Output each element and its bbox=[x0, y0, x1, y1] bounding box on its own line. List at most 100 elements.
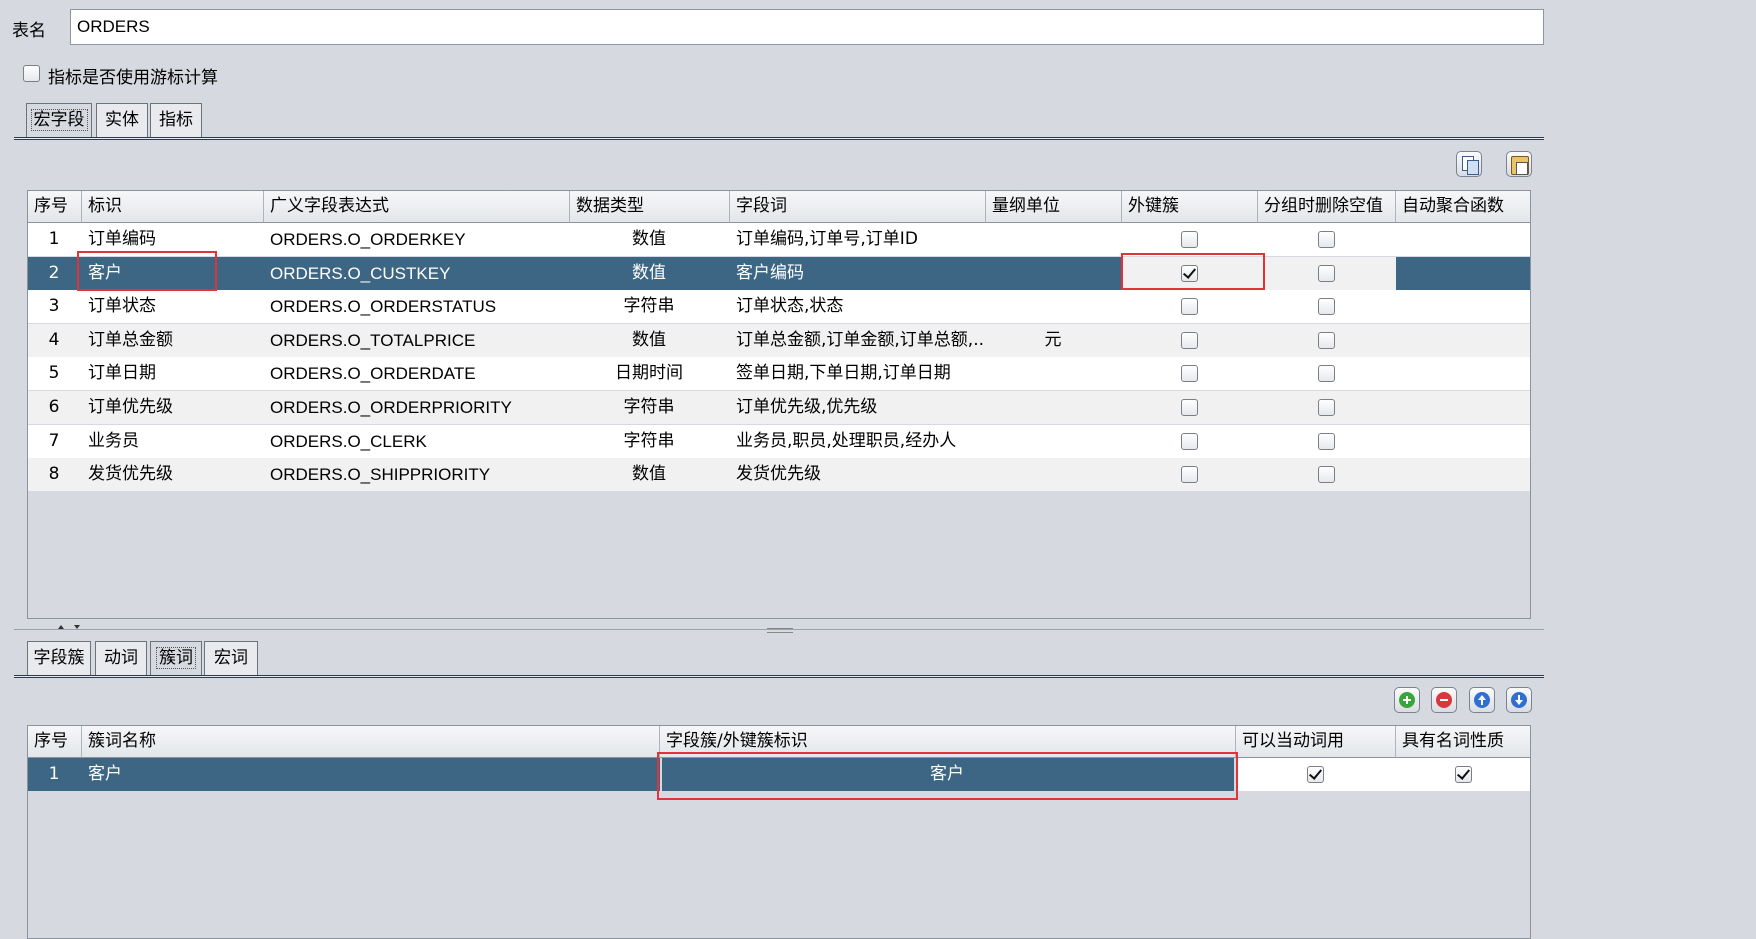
cell-field-words[interactable]: 订单总金额,订单金额,订单总额,... bbox=[730, 323, 986, 357]
col-header-field-words[interactable]: 字段词 bbox=[730, 191, 986, 223]
remove-icon[interactable] bbox=[1431, 687, 1457, 713]
table-row[interactable]: 6 订单优先级 ORDERS.O_ORDERPRIORITY 字符串 订单优先级,优先级 bbox=[28, 391, 1530, 424]
cell-unit[interactable] bbox=[986, 256, 1122, 290]
table-row[interactable]: 2 客户 ORDERS.O_CUSTKEY 数值 客户编码 bbox=[28, 256, 1530, 290]
table-row[interactable]: 7 业务员 ORDERS.O_CLERK 字符串 业务员,职员,处理职员,经办人 bbox=[28, 424, 1530, 458]
tab-indicator[interactable]: 指标 bbox=[150, 103, 202, 138]
cell-expression[interactable]: ORDERS.O_ORDERSTATUS bbox=[264, 290, 570, 324]
foreign-key-checkbox[interactable] bbox=[1181, 432, 1198, 450]
foreign-key-checkbox[interactable] bbox=[1181, 365, 1198, 383]
cell-data-type[interactable]: 日期时间 bbox=[570, 357, 730, 391]
noun-checkbox[interactable] bbox=[1455, 766, 1472, 783]
foreign-key-checkbox[interactable] bbox=[1181, 331, 1198, 349]
cell-no[interactable]: 6 bbox=[28, 391, 82, 424]
cell-data-type[interactable]: 数值 bbox=[570, 458, 730, 492]
col-header-foreign-key[interactable]: 外键簇 bbox=[1122, 191, 1258, 223]
table-name-input[interactable]: ORDERS bbox=[70, 9, 1544, 45]
cell-auto-agg[interactable] bbox=[1396, 323, 1530, 357]
cell-auto-agg[interactable] bbox=[1396, 290, 1530, 324]
cell-id[interactable]: 订单优先级 bbox=[82, 391, 264, 424]
cell-unit[interactable] bbox=[986, 357, 1122, 391]
cell-no[interactable]: 7 bbox=[28, 424, 82, 458]
cell-expression[interactable]: ORDERS.O_CUSTKEY bbox=[264, 256, 570, 290]
cell-data-type[interactable]: 数值 bbox=[570, 223, 730, 256]
table-row[interactable]: 3 订单状态 ORDERS.O_ORDERSTATUS 字符串 订单状态,状态 bbox=[28, 290, 1530, 324]
cell-field-words[interactable]: 签单日期,下单日期,订单日期 bbox=[730, 357, 986, 391]
cell-field-words[interactable]: 订单状态,状态 bbox=[730, 290, 986, 324]
col-header-delete-null[interactable]: 分组时删除空值 bbox=[1258, 191, 1396, 223]
expand-down-icon[interactable] bbox=[74, 625, 80, 629]
as-verb-checkbox[interactable] bbox=[1307, 766, 1324, 783]
foreign-key-checkbox[interactable] bbox=[1181, 298, 1198, 316]
cell-auto-agg[interactable] bbox=[1396, 424, 1530, 458]
cell-field-words[interactable]: 订单优先级,优先级 bbox=[730, 391, 986, 424]
cell-field-words[interactable]: 客户编码 bbox=[730, 256, 986, 290]
delete-null-checkbox[interactable] bbox=[1318, 432, 1335, 450]
delete-null-checkbox[interactable] bbox=[1318, 298, 1335, 316]
move-up-icon[interactable] bbox=[1469, 687, 1495, 713]
delete-null-checkbox[interactable] bbox=[1318, 365, 1335, 383]
cell-expression[interactable]: ORDERS.O_TOTALPRICE bbox=[264, 323, 570, 357]
cell-no[interactable]: 2 bbox=[28, 256, 82, 290]
cell-unit[interactable] bbox=[986, 223, 1122, 256]
cursor-calc-checkbox[interactable] bbox=[23, 65, 40, 82]
cell-auto-agg[interactable] bbox=[1396, 223, 1530, 256]
copy-icon[interactable] bbox=[1456, 151, 1482, 177]
col-header-as-verb[interactable]: 可以当动词用 bbox=[1236, 726, 1396, 758]
col-header-auto-agg[interactable]: 自动聚合函数 bbox=[1396, 191, 1530, 223]
paste-icon[interactable] bbox=[1506, 151, 1532, 177]
foreign-key-checkbox[interactable] bbox=[1181, 399, 1198, 416]
col-header-id[interactable]: 标识 bbox=[82, 191, 264, 223]
cell-id[interactable]: 订单状态 bbox=[82, 290, 264, 324]
col-header-cluster-name[interactable]: 簇词名称 bbox=[82, 726, 660, 758]
cell-no[interactable]: 4 bbox=[28, 323, 82, 357]
col-header-no[interactable]: 序号 bbox=[28, 726, 82, 758]
cell-data-type[interactable]: 数值 bbox=[570, 323, 730, 357]
col-header-noun[interactable]: 具有名词性质 bbox=[1396, 726, 1530, 758]
table-row[interactable]: 5 订单日期 ORDERS.O_ORDERDATE 日期时间 签单日期,下单日期,订单日… bbox=[28, 357, 1530, 391]
cell-unit[interactable]: 元 bbox=[986, 323, 1122, 357]
add-icon[interactable] bbox=[1394, 687, 1420, 713]
foreign-key-checkbox[interactable] bbox=[1181, 466, 1198, 484]
tab-verb[interactable]: 动词 bbox=[95, 641, 147, 676]
cell-unit[interactable] bbox=[986, 391, 1122, 424]
delete-null-checkbox[interactable] bbox=[1318, 231, 1335, 248]
tab-macro-word[interactable]: 宏词 bbox=[204, 641, 258, 676]
cell-unit[interactable] bbox=[986, 424, 1122, 458]
cell-unit[interactable] bbox=[986, 290, 1122, 324]
table-row[interactable]: 1 订单编码 ORDERS.O_ORDERKEY 数值 订单编码,订单号,订单ID bbox=[28, 223, 1530, 256]
cell-unit[interactable] bbox=[986, 458, 1122, 492]
delete-null-checkbox[interactable] bbox=[1318, 399, 1335, 416]
delete-null-checkbox[interactable] bbox=[1318, 264, 1335, 282]
tab-cluster-word[interactable]: 簇词 bbox=[150, 641, 202, 677]
cell-auto-agg[interactable] bbox=[1396, 458, 1530, 492]
splitter[interactable] bbox=[0, 624, 1756, 634]
cell-no[interactable]: 1 bbox=[28, 758, 82, 791]
move-down-icon[interactable] bbox=[1506, 687, 1532, 713]
cell-expression[interactable]: ORDERS.O_CLERK bbox=[264, 424, 570, 458]
cell-data-type[interactable]: 字符串 bbox=[570, 290, 730, 324]
cell-no[interactable]: 3 bbox=[28, 290, 82, 324]
cell-field-words[interactable]: 业务员,职员,处理职员,经办人 bbox=[730, 424, 986, 458]
delete-null-checkbox[interactable] bbox=[1318, 331, 1335, 349]
col-header-data-type[interactable]: 数据类型 bbox=[570, 191, 730, 223]
cell-cluster-name[interactable]: 客户 bbox=[82, 758, 660, 791]
col-header-no[interactable]: 序号 bbox=[28, 191, 82, 223]
cell-data-type[interactable]: 字符串 bbox=[570, 391, 730, 424]
delete-null-checkbox[interactable] bbox=[1318, 466, 1335, 484]
tab-field-cluster[interactable]: 字段簇 bbox=[27, 641, 91, 676]
cell-field-words[interactable]: 订单编码,订单号,订单ID bbox=[730, 223, 986, 256]
tab-entity[interactable]: 实体 bbox=[96, 103, 148, 138]
cell-auto-agg[interactable] bbox=[1396, 391, 1530, 424]
cell-data-type[interactable]: 字符串 bbox=[570, 424, 730, 458]
cell-auto-agg[interactable] bbox=[1396, 256, 1530, 290]
macro-field-table[interactable]: 序号 标识 广义字段表达式 数据类型 字段词 量纲单位 外键簇 分组时删除空值 … bbox=[27, 190, 1531, 619]
tab-macro-field[interactable]: 宏字段 bbox=[26, 103, 92, 139]
cell-no[interactable]: 8 bbox=[28, 458, 82, 492]
cell-auto-agg[interactable] bbox=[1396, 357, 1530, 391]
cell-field-words[interactable]: 发货优先级 bbox=[730, 458, 986, 492]
splitter-grip[interactable] bbox=[767, 628, 793, 633]
table-row[interactable]: 4 订单总金额 ORDERS.O_TOTALPRICE 数值 订单总金额,订单金额,订单… bbox=[28, 323, 1530, 357]
cell-expression[interactable]: ORDERS.O_ORDERPRIORITY bbox=[264, 391, 570, 424]
cell-id[interactable]: 订单日期 bbox=[82, 357, 264, 391]
